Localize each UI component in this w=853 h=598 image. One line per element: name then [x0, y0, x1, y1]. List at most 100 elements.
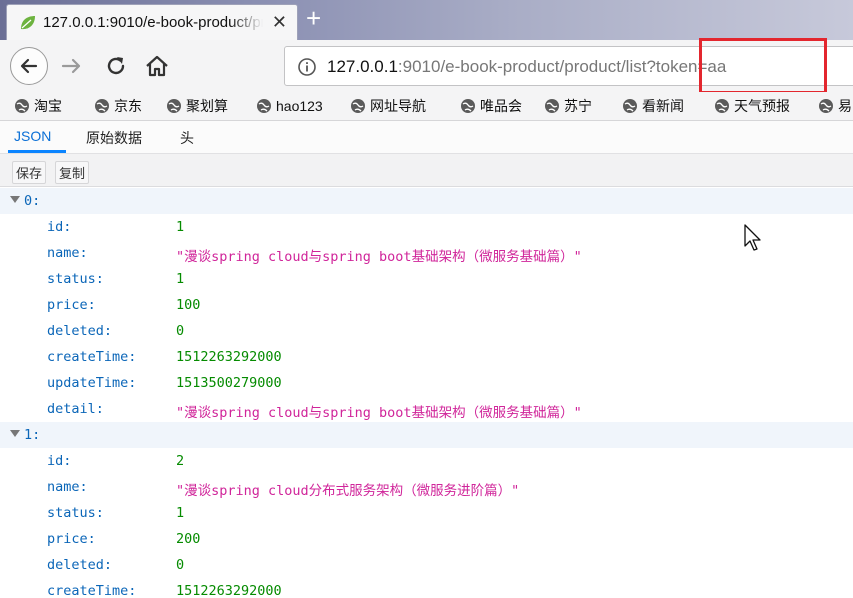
back-arrow-icon — [20, 58, 38, 74]
json-tree: 0: id: 1 name: "漫谈spring cloud与spring boot基础… — [0, 188, 853, 598]
json-value: "漫谈spring cloud分布式服务架构（微服务进阶篇）" — [176, 483, 520, 499]
leaf-icon — [21, 16, 35, 30]
json-key: id: — [47, 453, 72, 469]
json-field-row: id: 1 — [0, 214, 853, 240]
bookmark-label: hao123 — [276, 98, 323, 114]
json-key: id: — [47, 219, 72, 235]
json-field-row: detail: "漫谈spring cloud与spring boot基础架构（微… — [0, 396, 853, 422]
json-value: 1512263292000 — [176, 583, 282, 598]
json-key: updateTime: — [47, 375, 137, 391]
json-key: price: — [47, 531, 96, 547]
json-value: 100 — [176, 297, 201, 313]
json-field-row: createTime: 1512263292000 — [0, 578, 853, 598]
json-field-row: createTime: 1512263292000 — [0, 344, 853, 370]
active-tab-indicator — [8, 150, 66, 153]
bookmark-label: 看新闻 — [642, 98, 684, 114]
bookmark-item[interactable]: 聚划算 — [166, 96, 228, 116]
json-actions-bar: 保存 复制 — [0, 154, 853, 187]
globe-icon — [95, 99, 109, 113]
bookmark-item[interactable]: 苏宁 — [544, 96, 592, 116]
bookmark-item[interactable]: 唯品会 — [460, 96, 522, 116]
globe-icon — [819, 99, 833, 113]
tab-strip: 127.0.0.1:9010/e-book-product/product/li… — [0, 0, 853, 40]
json-value: 1512263292000 — [176, 349, 282, 365]
json-key: createTime: — [47, 349, 137, 365]
json-field-row: deleted: 0 — [0, 552, 853, 578]
bookmarks-bar: 淘宝 京东 聚划算 hao123 网址导航 唯品会 苏宁 看新闻 天气预报 易 — [0, 92, 853, 121]
bookmark-item[interactable]: 天气预报 — [714, 96, 790, 116]
globe-icon — [545, 99, 559, 113]
bookmark-label: 淘宝 — [34, 98, 62, 114]
back-button[interactable] — [10, 47, 48, 85]
json-array-item[interactable]: 0: — [0, 188, 853, 214]
tab-headers[interactable]: 头 — [180, 128, 194, 148]
collapse-triangle-icon[interactable] — [10, 430, 20, 438]
bookmark-label: 易 — [838, 98, 852, 114]
forward-arrow-icon[interactable] — [60, 54, 84, 78]
json-key: status: — [47, 271, 104, 287]
json-value: 0 — [176, 557, 185, 573]
info-icon[interactable] — [297, 57, 317, 77]
bookmark-item[interactable]: 京东 — [94, 96, 142, 116]
tab-json[interactable]: JSON — [14, 128, 51, 144]
json-value: 1 — [176, 271, 185, 287]
browser-tab[interactable]: 127.0.0.1:9010/e-book-product/product/li… — [6, 4, 298, 40]
bookmark-item[interactable]: hao123 — [256, 96, 323, 116]
globe-icon — [351, 99, 365, 113]
tab-raw-data[interactable]: 原始数据 — [86, 128, 142, 148]
json-value: 200 — [176, 531, 201, 547]
json-key: price: — [47, 297, 96, 313]
url-text[interactable]: 127.0.0.1:9010/e-book-product/product/li… — [327, 57, 726, 77]
url-host: 127.0.0.1 — [327, 57, 398, 76]
navigation-bar: 127.0.0.1:9010/e-book-product/product/li… — [0, 40, 853, 93]
json-field-row: price: 100 — [0, 292, 853, 318]
json-key: createTime: — [47, 583, 137, 598]
json-value: 1 — [176, 219, 185, 235]
bookmark-label: 网址导航 — [370, 98, 426, 114]
reload-icon[interactable] — [104, 54, 128, 78]
globe-icon — [167, 99, 181, 113]
globe-icon — [257, 99, 271, 113]
bookmark-label: 天气预报 — [734, 98, 790, 114]
json-field-row: price: 200 — [0, 526, 853, 552]
json-key: detail: — [47, 401, 104, 417]
json-value: 1513500279000 — [176, 375, 282, 391]
save-button[interactable]: 保存 — [12, 161, 47, 184]
collapse-triangle-icon[interactable] — [10, 196, 20, 204]
json-key: name: — [47, 479, 88, 495]
close-tab-icon[interactable]: ✕ — [272, 13, 287, 31]
globe-icon — [461, 99, 475, 113]
tab-title: 127.0.0.1:9010/e-book-product/product/li… — [43, 14, 263, 31]
globe-icon — [715, 99, 729, 113]
json-value: 0 — [176, 323, 185, 339]
bookmark-item[interactable]: 易 — [818, 96, 852, 116]
json-value: "漫谈spring cloud与spring boot基础架构（微服务基础篇）" — [176, 405, 582, 421]
bookmark-label: 京东 — [114, 98, 142, 114]
json-key: name: — [47, 245, 88, 261]
json-field-row: status: 1 — [0, 266, 853, 292]
json-field-row: deleted: 0 — [0, 318, 853, 344]
json-field-row: name: "漫谈spring cloud与spring boot基础架构（微服务… — [0, 240, 853, 266]
bookmark-item[interactable]: 网址导航 — [350, 96, 426, 116]
json-array-item[interactable]: 1: — [0, 422, 853, 448]
json-value: 2 — [176, 453, 185, 469]
json-field-row: id: 2 — [0, 448, 853, 474]
bookmark-label: 唯品会 — [480, 98, 522, 114]
bookmark-item[interactable]: 淘宝 — [14, 96, 62, 116]
address-bar[interactable]: 127.0.0.1:9010/e-book-product/product/li… — [284, 46, 853, 86]
json-index: 0: — [24, 193, 41, 209]
globe-icon — [623, 99, 637, 113]
json-key: deleted: — [47, 323, 113, 339]
copy-button[interactable]: 复制 — [55, 161, 90, 184]
json-key: deleted: — [47, 557, 113, 573]
json-index: 1: — [24, 427, 41, 443]
bookmark-label: 苏宁 — [564, 98, 592, 114]
json-value: 1 — [176, 505, 185, 521]
json-field-row: name: "漫谈spring cloud分布式服务架构（微服务进阶篇）" — [0, 474, 853, 500]
new-tab-button[interactable]: + — [306, 4, 321, 32]
globe-icon — [15, 99, 29, 113]
json-field-row: updateTime: 1513500279000 — [0, 370, 853, 396]
home-icon[interactable] — [144, 53, 170, 79]
json-viewer-tabs: JSON 原始数据 头 — [0, 121, 853, 154]
bookmark-item[interactable]: 看新闻 — [622, 96, 684, 116]
